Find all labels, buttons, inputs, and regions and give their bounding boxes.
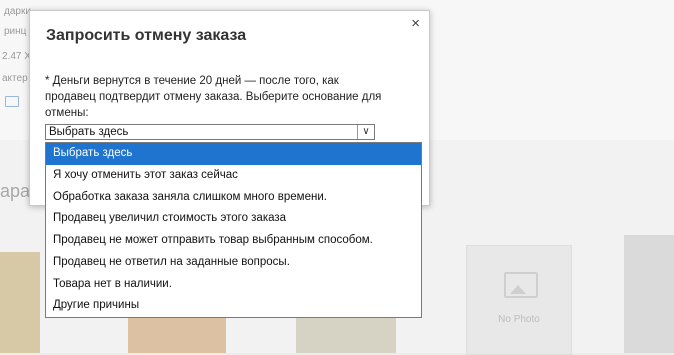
background-text: актер bbox=[2, 73, 28, 84]
product-thumbnail bbox=[624, 235, 674, 353]
background-text: 2.47 X bbox=[2, 51, 31, 62]
option-other-reasons[interactable]: Другие причины bbox=[46, 295, 421, 317]
dialog-info-text: * Деньги вернутся в течение 20 дней — по… bbox=[45, 75, 382, 119]
product-thumbnail bbox=[296, 318, 396, 353]
no-photo-label: No Photo bbox=[498, 314, 540, 325]
chevron-down-icon[interactable]: ∨ bbox=[357, 125, 374, 139]
image-placeholder-icon bbox=[504, 272, 538, 298]
cancel-reason-options: Выбрать здесь Я хочу отменить этот заказ… bbox=[45, 142, 422, 318]
card-icon bbox=[5, 96, 19, 107]
option-out-of-stock[interactable]: Товара нет в наличии. bbox=[46, 274, 421, 296]
cancel-reason-select[interactable]: Выбрать здесь ∨ bbox=[45, 124, 375, 140]
option-processing-too-long[interactable]: Обработка заказа заняла слишком много вр… bbox=[46, 187, 421, 209]
option-choose-here[interactable]: Выбрать здесь bbox=[46, 143, 421, 165]
background-section-title: ара bbox=[0, 181, 31, 201]
dialog-title: Запросить отмену заказа bbox=[46, 27, 247, 44]
option-cancel-now[interactable]: Я хочу отменить этот заказ сейчас bbox=[46, 165, 421, 187]
option-price-increased[interactable]: Продавец увеличил стоимость этого заказа bbox=[46, 208, 421, 230]
close-icon[interactable]: × bbox=[411, 16, 420, 32]
option-cannot-ship-method[interactable]: Продавец не может отправить товар выбран… bbox=[46, 230, 421, 252]
product-thumbnail bbox=[0, 252, 40, 353]
select-value: Выбрать здесь bbox=[49, 126, 129, 138]
background-text: ринц bbox=[4, 26, 27, 37]
option-no-answer[interactable]: Продавец не ответил на заданные вопросы. bbox=[46, 252, 421, 274]
no-photo-placeholder: No Photo bbox=[466, 245, 572, 355]
background-text: дарки bbox=[4, 6, 31, 17]
